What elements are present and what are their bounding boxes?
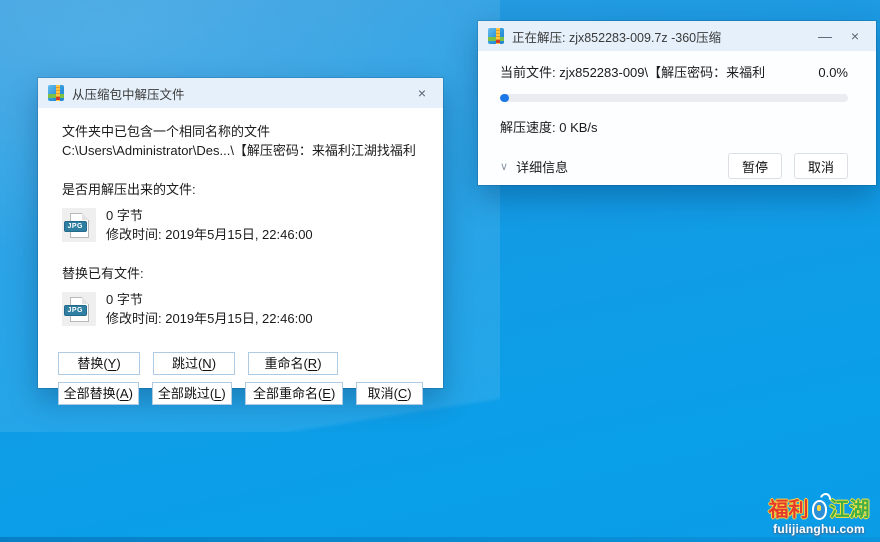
- minimize-icon[interactable]: —: [814, 25, 836, 47]
- progress-dialog-body: 当前文件: zjx852283-009\【解压密码：来福利 0.0% 解压速度:…: [478, 51, 876, 179]
- replace-dialog-title: 从压缩包中解压文件: [72, 84, 403, 103]
- 360zip-app-icon: [488, 28, 504, 44]
- new-file-size: 0 字节: [106, 206, 313, 225]
- new-file-row: JPG 0 字节 修改时间: 2019年5月15日, 22:46:00: [62, 206, 423, 244]
- extract-progress-dialog: 正在解压: zjx852283-009.7z -360压缩 — × 当前文件: …: [478, 21, 876, 185]
- watermark-domain: fulijianghu.com: [764, 522, 874, 536]
- existing-file-size: 0 字节: [106, 290, 313, 309]
- close-icon[interactable]: ×: [844, 25, 866, 47]
- progress-percent: 0.0%: [818, 65, 848, 80]
- conflict-file-path: C:\Users\Administrator\Des...\【解压密码：来福利江…: [62, 141, 423, 160]
- watermark-text-right: 江湖: [830, 499, 870, 521]
- progress-dialog-title: 正在解压: zjx852283-009.7z -360压缩: [512, 27, 806, 46]
- replace-all-button[interactable]: 全部替换(A): [58, 382, 139, 405]
- skip-button[interactable]: 跳过(N): [153, 352, 235, 375]
- pause-button[interactable]: 暂停: [728, 153, 782, 179]
- replace-file-dialog: 从压缩包中解压文件 × 文件夹中已包含一个相同名称的文件 C:\Users\Ad…: [38, 78, 443, 388]
- progress-bottom-row: ∨ 详细信息 暂停 取消: [500, 153, 848, 179]
- rename-button[interactable]: 重命名(R): [248, 352, 338, 375]
- progress-bar: [500, 94, 848, 102]
- replace-button[interactable]: 替换(Y): [58, 352, 140, 375]
- extract-speed-label: 解压速度: 0 KB/s: [500, 117, 848, 136]
- existing-file-meta: 0 字节 修改时间: 2019年5月15日, 22:46:00: [106, 290, 313, 328]
- replace-dialog-body: 文件夹中已包含一个相同名称的文件 C:\Users\Administrator\…: [38, 108, 443, 405]
- existing-file-modified: 修改时间: 2019年5月15日, 22:46:00: [106, 309, 313, 328]
- cancel-button[interactable]: 取消: [794, 153, 848, 179]
- jpg-badge: JPG: [64, 305, 88, 316]
- jpg-badge: JPG: [64, 221, 88, 232]
- existing-file-prompt: 替换已有文件:: [62, 265, 423, 283]
- new-file-meta: 0 字节 修改时间: 2019年5月15日, 22:46:00: [106, 206, 313, 244]
- jpg-file-icon: JPG: [62, 292, 96, 326]
- desktop-background: 从压缩包中解压文件 × 文件夹中已包含一个相同名称的文件 C:\Users\Ad…: [0, 0, 880, 542]
- new-file-prompt: 是否用解压出来的文件:: [62, 181, 423, 199]
- jpg-file-icon: JPG: [62, 208, 96, 242]
- skip-all-button[interactable]: 全部跳过(L): [152, 382, 233, 405]
- progress-bar-fill: [500, 94, 509, 102]
- existing-file-row: JPG 0 字节 修改时间: 2019年5月15日, 22:46:00: [62, 290, 423, 328]
- watermark-logo-row: 福利 江湖: [764, 499, 874, 521]
- 360zip-app-icon: [48, 85, 64, 101]
- details-expander[interactable]: ∨ 详细信息: [500, 157, 728, 176]
- chevron-down-icon: ∨: [500, 160, 508, 173]
- replace-dialog-titlebar: 从压缩包中解压文件 ×: [38, 78, 443, 108]
- cancel-button[interactable]: 取消(C): [356, 382, 423, 405]
- rename-all-button[interactable]: 全部重命名(E): [245, 382, 343, 405]
- current-file-label: 当前文件: zjx852283-009\【解压密码：来福利: [500, 62, 765, 81]
- conflict-message-line1: 文件夹中已包含一个相同名称的文件: [62, 122, 423, 141]
- replace-buttons-row1: 替换(Y) 跳过(N) 重命名(R): [58, 352, 423, 375]
- replace-buttons-row2: 全部替换(A) 全部跳过(L) 全部重命名(E) 取消(C): [58, 382, 423, 405]
- details-label: 详细信息: [516, 157, 568, 176]
- close-icon[interactable]: ×: [411, 82, 433, 104]
- new-file-modified: 修改时间: 2019年5月15日, 22:46:00: [106, 225, 313, 244]
- fulijianghu-watermark: 福利 江湖 fulijianghu.com: [764, 499, 874, 536]
- conflict-message: 文件夹中已包含一个相同名称的文件 C:\Users\Administrator\…: [62, 122, 423, 160]
- progress-dialog-titlebar: 正在解压: zjx852283-009.7z -360压缩 — ×: [478, 21, 876, 51]
- mouse-icon: [812, 500, 827, 520]
- current-file-row: 当前文件: zjx852283-009\【解压密码：来福利 0.0%: [500, 62, 848, 81]
- watermark-text-left: 福利: [769, 499, 809, 521]
